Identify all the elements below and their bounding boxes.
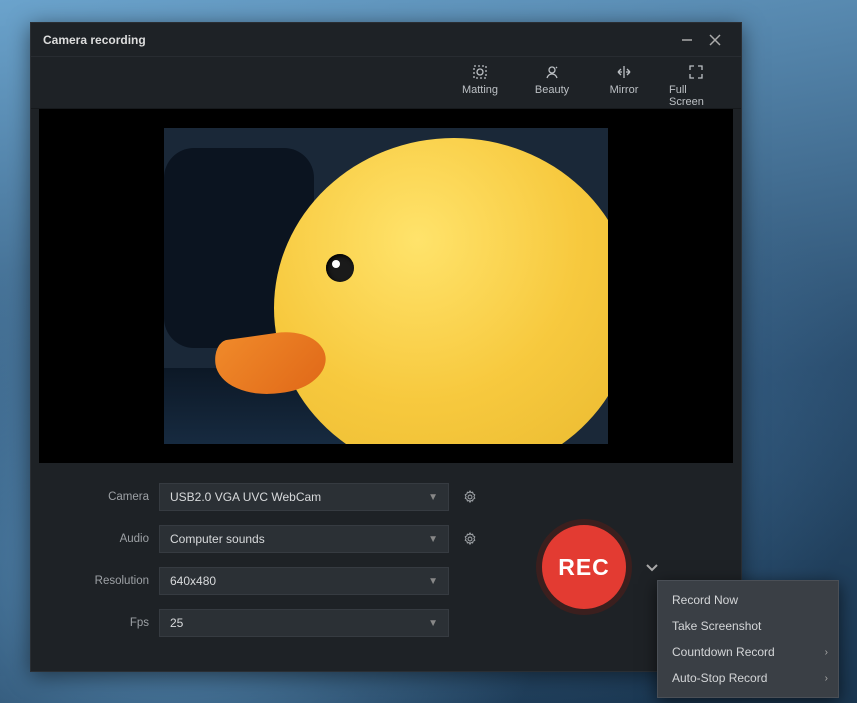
window-title: Camera recording: [43, 33, 146, 47]
record-options-toggle[interactable]: [644, 559, 660, 575]
audio-row: Audio Computer sounds ▼: [81, 525, 481, 553]
titlebar: Camera recording: [31, 23, 741, 57]
top-toolbar: Matting Beauty Mirror Full Screen: [31, 57, 741, 109]
menu-countdown-label: Countdown Record: [672, 645, 775, 659]
audio-dropdown[interactable]: Computer sounds ▼: [159, 525, 449, 553]
fullscreen-label: Full Screen: [669, 84, 723, 108]
chevron-down-icon: ▼: [428, 618, 438, 629]
settings-form: Camera USB2.0 VGA UVC WebCam ▼ Audio Com…: [81, 483, 481, 651]
chevron-down-icon: ▼: [428, 534, 438, 545]
fullscreen-button[interactable]: Full Screen: [669, 63, 723, 108]
resolution-row: Resolution 640x480 ▼: [81, 567, 481, 595]
camera-label: Camera: [81, 491, 159, 503]
fps-row: Fps 25 ▼: [81, 609, 481, 637]
chevron-down-icon: ▼: [428, 492, 438, 503]
fps-dropdown[interactable]: 25 ▼: [159, 609, 449, 637]
close-button[interactable]: [701, 26, 729, 54]
camera-row: Camera USB2.0 VGA UVC WebCam ▼: [81, 483, 481, 511]
resolution-value: 640x480: [170, 574, 216, 588]
matting-label: Matting: [462, 84, 498, 96]
menu-autostop-record[interactable]: Auto-Stop Record ›: [658, 665, 838, 691]
camera-preview: [39, 109, 733, 463]
resolution-label: Resolution: [81, 575, 159, 587]
fps-label: Fps: [81, 617, 159, 629]
close-icon: [709, 34, 721, 46]
camera-settings-button[interactable]: [459, 486, 481, 508]
gear-icon: [463, 490, 477, 504]
fps-value: 25: [170, 616, 183, 630]
mirror-button[interactable]: Mirror: [597, 63, 651, 108]
menu-take-screenshot[interactable]: Take Screenshot: [658, 613, 838, 639]
preview-frame: [164, 128, 608, 444]
menu-take-screenshot-label: Take Screenshot: [672, 619, 761, 633]
menu-countdown-record[interactable]: Countdown Record ›: [658, 639, 838, 665]
menu-record-now[interactable]: Record Now: [658, 587, 838, 613]
chevron-right-icon: ›: [825, 647, 828, 658]
fullscreen-icon: [687, 63, 705, 81]
record-options-menu: Record Now Take Screenshot Countdown Rec…: [657, 580, 839, 698]
resolution-dropdown[interactable]: 640x480 ▼: [159, 567, 449, 595]
matting-icon: [471, 63, 489, 81]
minimize-icon: [681, 34, 693, 46]
camera-dropdown[interactable]: USB2.0 VGA UVC WebCam ▼: [159, 483, 449, 511]
mirror-icon: [615, 63, 633, 81]
matting-button[interactable]: Matting: [453, 63, 507, 108]
chevron-down-icon: [644, 559, 660, 575]
audio-value: Computer sounds: [170, 532, 265, 546]
record-button[interactable]: REC: [536, 519, 632, 615]
audio-settings-button[interactable]: [459, 528, 481, 550]
mirror-label: Mirror: [610, 84, 639, 96]
settings-panel: Camera USB2.0 VGA UVC WebCam ▼ Audio Com…: [31, 463, 741, 651]
beauty-button[interactable]: Beauty: [525, 63, 579, 108]
preview-subject-eye: [326, 254, 354, 282]
chevron-right-icon: ›: [825, 673, 828, 684]
minimize-button[interactable]: [673, 26, 701, 54]
camera-recording-window: Camera recording Matting Beauty Mirror: [30, 22, 742, 672]
menu-autostop-label: Auto-Stop Record: [672, 671, 767, 685]
audio-label: Audio: [81, 533, 159, 545]
record-label: REC: [558, 554, 610, 581]
menu-record-now-label: Record Now: [672, 593, 738, 607]
chevron-down-icon: ▼: [428, 576, 438, 587]
preview-subject: [274, 138, 608, 444]
gear-icon: [463, 532, 477, 546]
beauty-icon: [543, 63, 561, 81]
beauty-label: Beauty: [535, 84, 569, 96]
camera-value: USB2.0 VGA UVC WebCam: [170, 490, 321, 504]
